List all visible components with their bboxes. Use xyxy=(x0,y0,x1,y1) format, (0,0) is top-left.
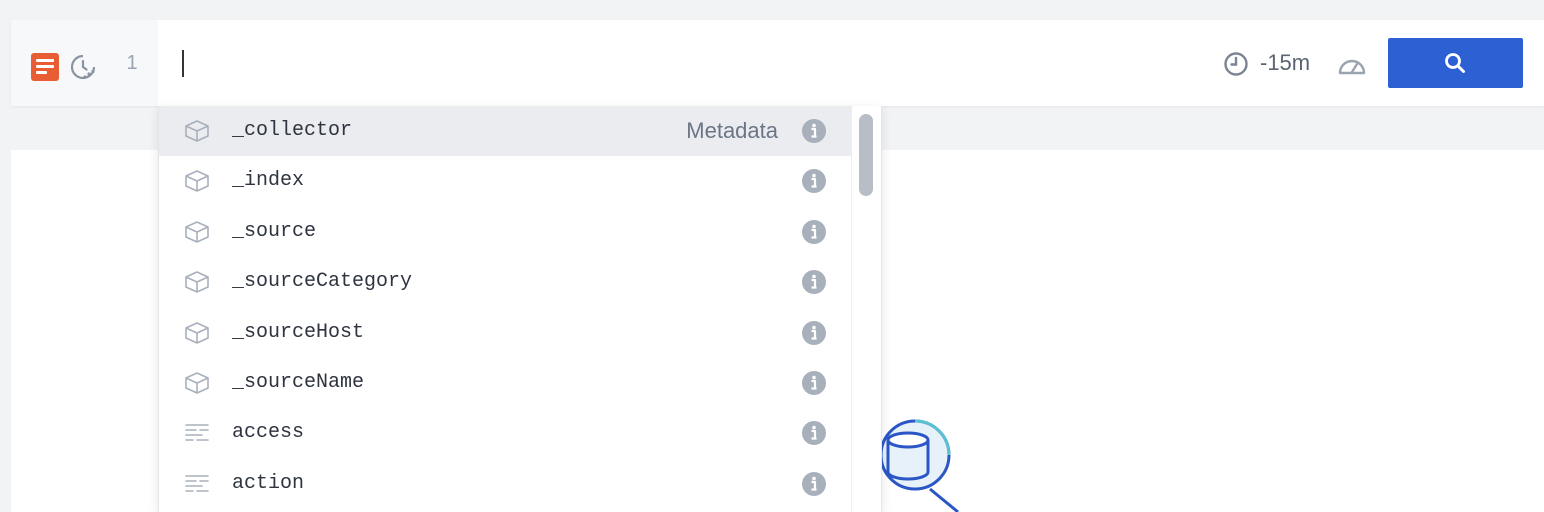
search-icon xyxy=(1445,53,1465,73)
autocomplete-item-label: _sourceName xyxy=(232,370,365,394)
autocomplete-item[interactable]: _source xyxy=(159,207,851,257)
autocomplete-item-label: _sourceHost xyxy=(232,320,365,344)
cube-icon xyxy=(185,120,209,142)
cube-icon xyxy=(185,372,209,394)
logs-icon[interactable] xyxy=(31,53,59,81)
autocomplete-item[interactable]: _sourceHost xyxy=(159,308,851,358)
autocomplete-item-label: _collector xyxy=(232,119,353,142)
field-lines-icon xyxy=(185,424,209,442)
autocomplete-item[interactable]: _collector Metadata xyxy=(159,106,851,157)
info-icon[interactable] xyxy=(802,320,826,345)
autocomplete-item-label: _index xyxy=(232,169,305,193)
autocomplete-item-label: action xyxy=(232,471,305,495)
time-range[interactable]: -15m xyxy=(1260,48,1310,78)
query-bar: 1 -15m xyxy=(11,20,1544,106)
history-icon[interactable] xyxy=(69,53,97,81)
clock-icon[interactable] xyxy=(1223,51,1249,77)
info-icon[interactable] xyxy=(802,421,826,446)
scrollbar-track[interactable] xyxy=(851,106,881,512)
gauge-icon[interactable] xyxy=(1337,53,1367,75)
cube-icon xyxy=(185,170,209,193)
scrollbar-thumb[interactable] xyxy=(859,114,873,196)
info-icon[interactable] xyxy=(802,370,826,395)
line-number: 1 xyxy=(106,20,158,106)
query-bar-left xyxy=(11,20,106,106)
autocomplete-list: _collector Metadata _index _source _sourceCa… xyxy=(159,106,851,509)
autocomplete-item[interactable]: access xyxy=(159,408,851,458)
autocomplete-item[interactable]: action xyxy=(159,459,851,509)
autocomplete-item-label: access xyxy=(232,421,305,445)
cube-icon xyxy=(185,220,209,243)
autocomplete-item-label: _sourceCategory xyxy=(232,270,413,294)
info-icon[interactable] xyxy=(802,169,826,194)
info-icon[interactable] xyxy=(802,219,826,244)
search-button[interactable] xyxy=(1388,38,1523,88)
field-lines-icon xyxy=(185,474,209,492)
info-icon[interactable] xyxy=(802,471,826,496)
info-icon[interactable] xyxy=(802,119,826,143)
query-editor[interactable] xyxy=(158,20,1218,106)
cube-icon xyxy=(185,271,209,293)
info-icon[interactable] xyxy=(802,270,826,295)
autocomplete-item[interactable]: _sourceCategory xyxy=(159,257,851,307)
autocomplete-item[interactable]: _sourceName xyxy=(159,358,851,408)
autocomplete-item[interactable]: _index xyxy=(159,156,851,206)
text-caret xyxy=(182,50,184,77)
cube-icon xyxy=(185,321,209,344)
autocomplete-item-label: _source xyxy=(232,219,317,243)
autocomplete-dropdown: _collector Metadata _index _source _sourceCa… xyxy=(158,106,882,512)
autocomplete-item-type: Metadata xyxy=(686,118,778,143)
